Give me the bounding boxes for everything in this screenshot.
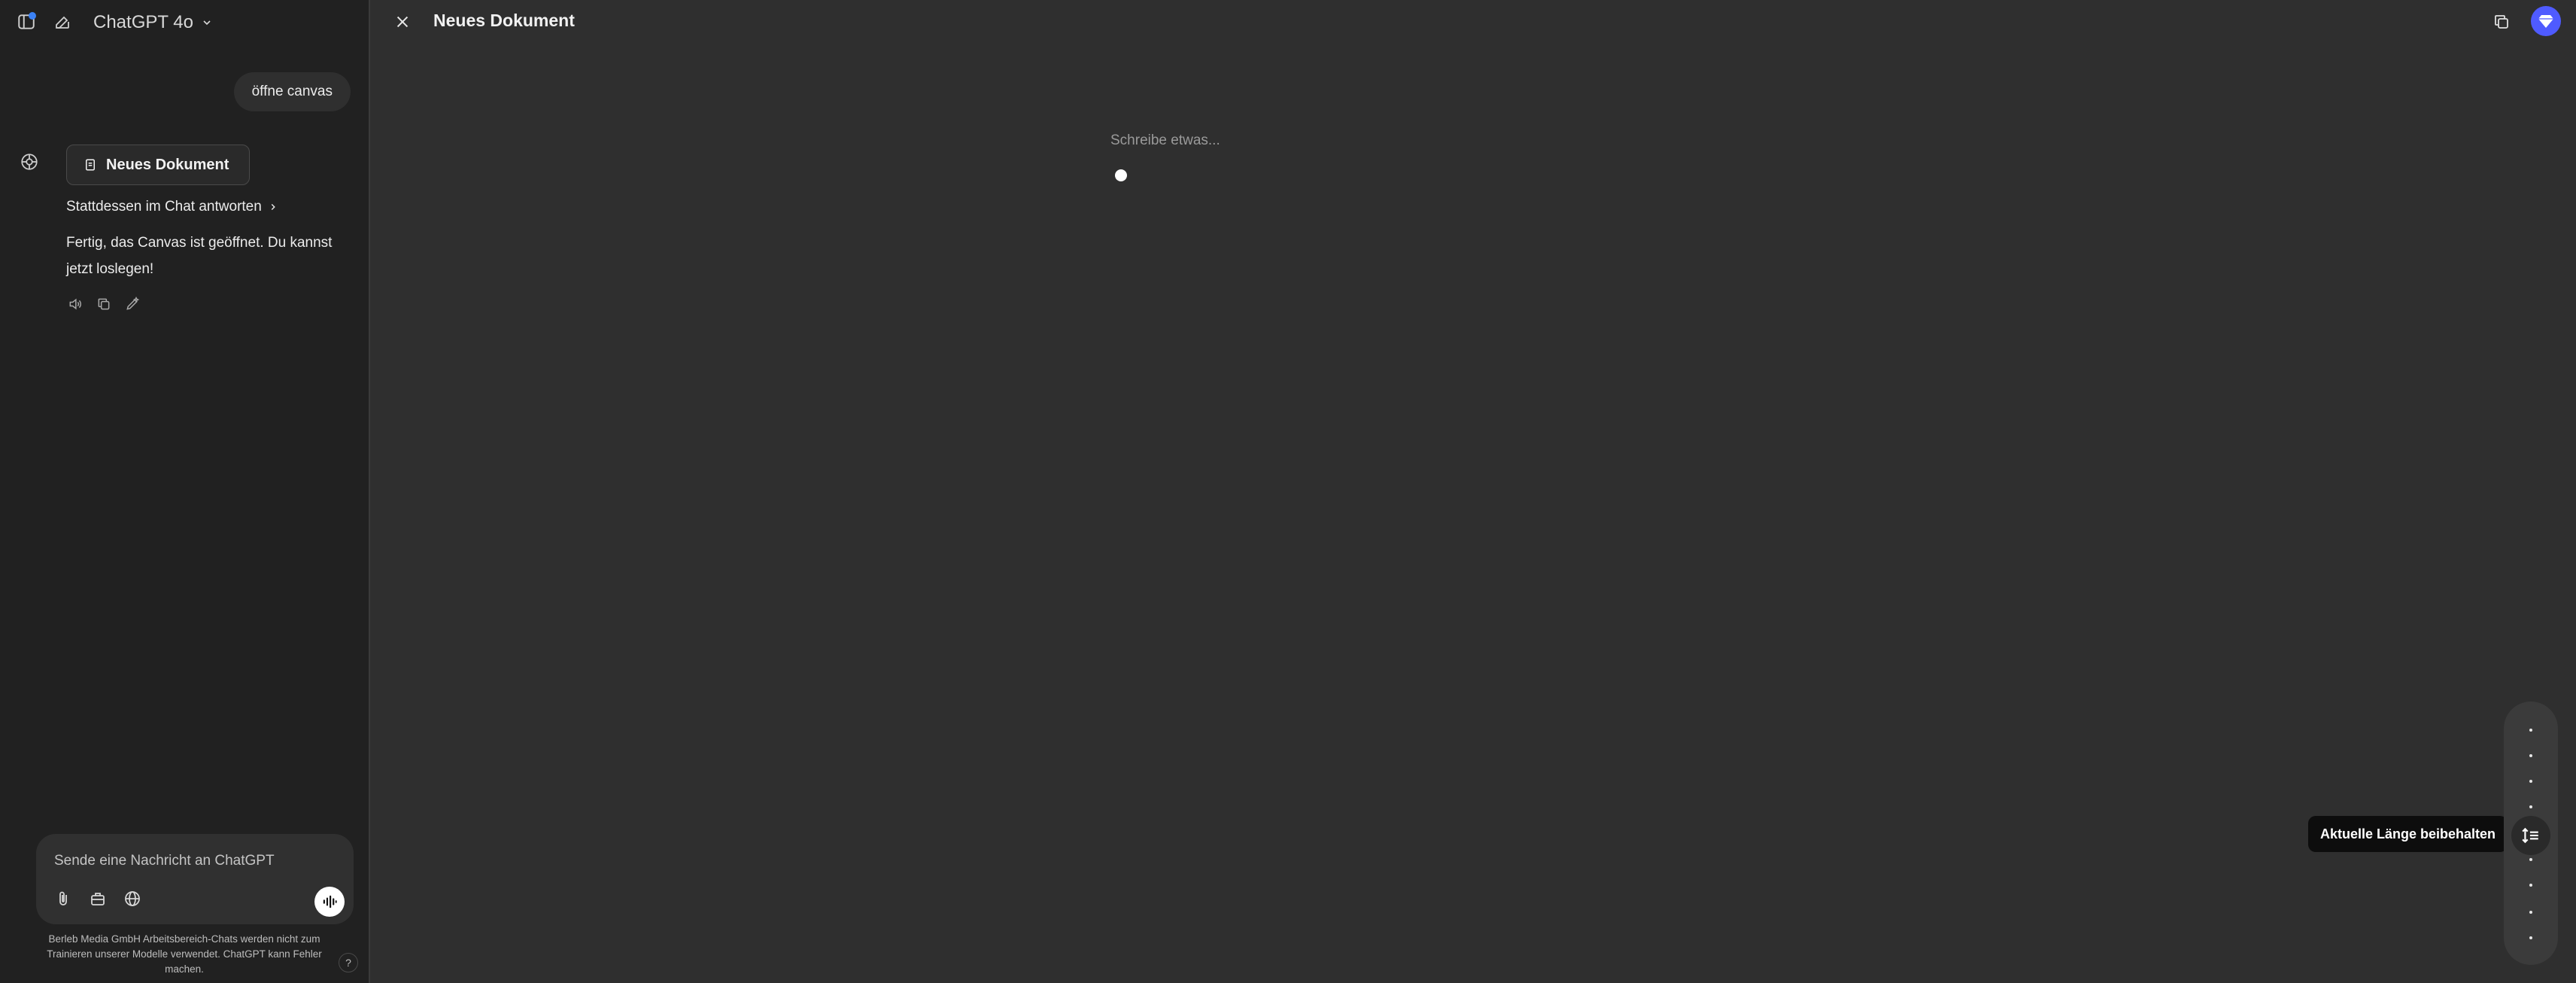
paperclip-icon[interactable]: [53, 888, 74, 909]
model-selector[interactable]: ChatGPT 4o: [93, 11, 213, 35]
message-input[interactable]: [53, 848, 331, 875]
help-button[interactable]: ?: [339, 953, 358, 972]
workspace-disclaimer: Berleb Media GmbH Arbeitsbereich-Chats w…: [47, 933, 322, 975]
copy-icon[interactable]: [96, 297, 111, 312]
app-root: ChatGPT 4o öffne canvas Neues Dokument S…: [0, 0, 2576, 983]
notification-dot: [29, 12, 36, 20]
canvas-document-title: Neues Dokument: [433, 11, 575, 30]
slider-step[interactable]: [2529, 858, 2532, 861]
model-name: ChatGPT 4o: [93, 12, 193, 32]
slider-step[interactable]: [2529, 780, 2532, 783]
speaker-icon[interactable]: [68, 297, 83, 312]
length-slider[interactable]: [2504, 701, 2558, 965]
answer-in-chat-link[interactable]: Stattdessen im Chat antworten: [66, 199, 278, 215]
slider-step[interactable]: [2529, 911, 2532, 914]
chevron-right-icon: [271, 204, 275, 210]
openai-logo-icon: [18, 151, 41, 173]
assistant-message: Fertig, das Canvas ist geöffnet. Du kann…: [66, 235, 333, 277]
slider-step[interactable]: [2529, 936, 2532, 939]
new-chat-button[interactable]: [51, 11, 74, 33]
voice-mode-button[interactable]: [314, 887, 345, 917]
document-chip-label: Neues Dokument: [106, 156, 229, 173]
voice-waveform-icon: [323, 895, 337, 908]
composer-tools: [53, 888, 143, 909]
slider-step[interactable]: [2529, 805, 2532, 808]
length-tooltip: Aktuelle Länge beibehalten: [2308, 816, 2514, 852]
canvas-header: [372, 0, 2576, 45]
document-icon: [86, 159, 95, 171]
answer-in-chat-label: Stattdessen im Chat antworten: [66, 199, 262, 215]
slider-step[interactable]: [2529, 884, 2532, 887]
message-actions: [68, 297, 140, 312]
user-message-text: öffne canvas: [251, 84, 333, 99]
editor-placeholder[interactable]: Schreibe etwas...: [1110, 132, 1220, 149]
canvas-copy-icon[interactable]: [2490, 11, 2513, 33]
slider-step[interactable]: [2529, 729, 2532, 732]
user-message-bubble: öffne canvas: [233, 72, 351, 111]
diamond-icon[interactable]: [2531, 6, 2561, 36]
document-chip[interactable]: Neues Dokument: [66, 145, 250, 185]
slider-step[interactable]: [2529, 754, 2532, 757]
sidebar-toggle-icon[interactable]: [15, 11, 38, 33]
toolbox-icon[interactable]: [87, 888, 108, 909]
close-icon[interactable]: [391, 11, 414, 33]
adjust-length-icon[interactable]: [2511, 816, 2550, 855]
chevron-down-icon: [203, 20, 211, 26]
chat-panel: ChatGPT 4o öffne canvas Neues Dokument S…: [0, 0, 370, 983]
editor-cursor: [1115, 169, 1127, 181]
edit-icon[interactable]: [125, 297, 140, 312]
message-composer: [36, 834, 354, 924]
globe-icon[interactable]: [122, 888, 143, 909]
